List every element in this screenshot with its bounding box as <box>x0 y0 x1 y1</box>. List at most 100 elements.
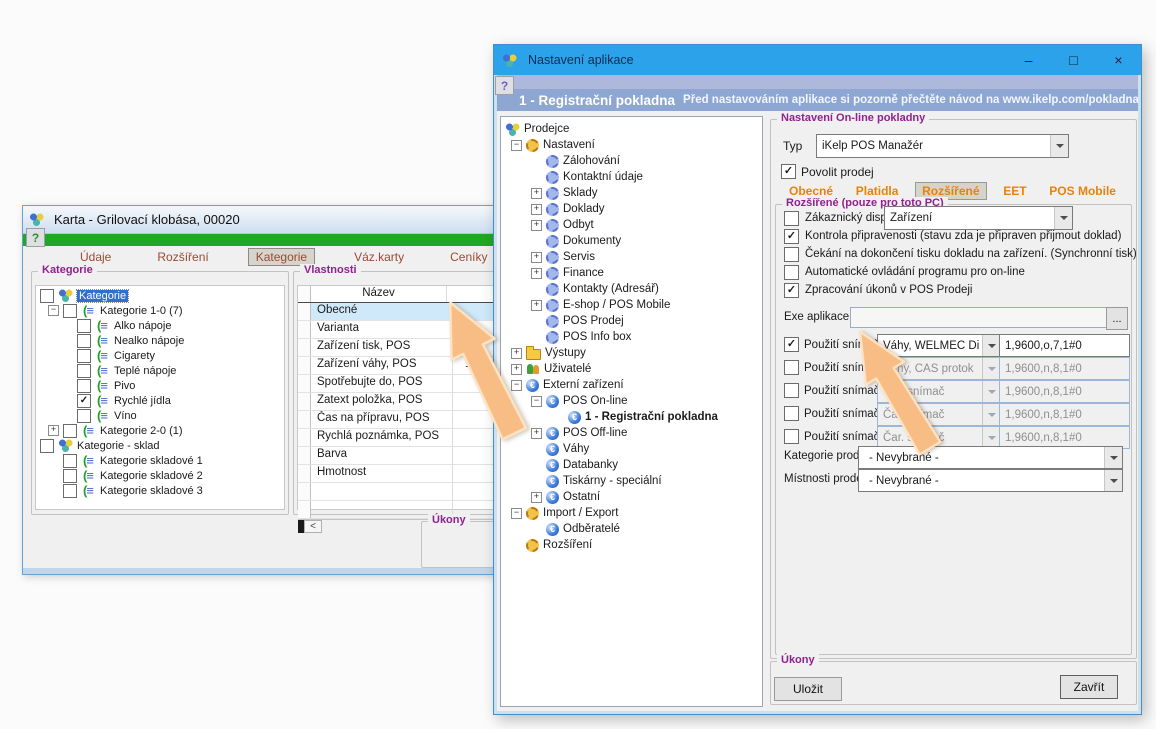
scanner-checkbox[interactable]: ✓ <box>784 337 799 352</box>
table-row[interactable] <box>298 501 515 519</box>
nav-tree-item[interactable]: + Uživatelé <box>501 361 762 377</box>
nav-tree-item[interactable]: + Servis <box>501 249 762 265</box>
category-checkbox[interactable] <box>63 454 77 468</box>
option-checkbox[interactable] <box>784 247 799 262</box>
expander-toggle[interactable]: + <box>531 188 542 199</box>
close-button[interactable]: Zavřít <box>1060 675 1118 699</box>
expander-toggle[interactable]: + <box>531 300 542 311</box>
option-checkbox[interactable]: ✓ <box>784 229 799 244</box>
nav-tree-item[interactable]: Váhy <box>501 441 762 457</box>
category-checkbox[interactable]: ✓ <box>77 394 91 408</box>
scanner-checkbox[interactable] <box>784 383 799 398</box>
tree-item[interactable]: − Kategorie 1-0 (7) <box>36 303 284 318</box>
property-name-cell[interactable] <box>311 483 453 500</box>
help-button[interactable]: ? <box>495 76 514 95</box>
expander-toggle[interactable]: + <box>48 425 59 436</box>
nav-tree-item[interactable]: + Sklady <box>501 185 762 201</box>
scanner-checkbox[interactable] <box>784 406 799 421</box>
property-name-cell[interactable]: Zařízení váhy, POS <box>311 357 453 374</box>
nav-tree-item[interactable]: Rozšíření <box>501 537 762 553</box>
expander-toggle[interactable]: + <box>531 220 542 231</box>
nav-tree-item[interactable]: Zálohování <box>501 153 762 169</box>
category-checkbox[interactable] <box>40 289 54 303</box>
nav-tree-item[interactable]: Kontaktní údaje <box>501 169 762 185</box>
card-tab[interactable]: Ceníky <box>443 249 494 265</box>
settings-tab[interactable]: EET <box>997 183 1032 199</box>
maximize-button[interactable]: □ <box>1051 45 1096 75</box>
expander-toggle[interactable]: + <box>511 348 522 359</box>
property-name-cell[interactable]: Rychlá poznámka, POS <box>311 429 453 446</box>
nav-tree-item[interactable]: + E-shop / POS Mobile <box>501 297 762 313</box>
nav-tree-item[interactable]: − Nastavení <box>501 137 762 153</box>
tree-item[interactable]: Kategorie skladové 2 <box>36 468 284 483</box>
property-name-cell[interactable]: Spotřebujte do, POS <box>311 375 453 392</box>
expander-toggle[interactable]: − <box>511 508 522 519</box>
nav-tree-item[interactable]: + Doklady <box>501 201 762 217</box>
scanner-params-input[interactable]: 1,9600,n,8,1#0 <box>999 403 1130 426</box>
property-name-cell[interactable]: Hmotnost <box>311 465 453 482</box>
expander-toggle[interactable]: − <box>48 305 59 316</box>
tree-item[interactable]: Kategorie skladové 1 <box>36 453 284 468</box>
card-tab[interactable]: Rozšíření <box>150 249 215 265</box>
category-checkbox[interactable] <box>77 334 91 348</box>
expander-toggle[interactable]: + <box>531 252 542 263</box>
category-checkbox[interactable] <box>63 424 77 438</box>
close-icon[interactable]: × <box>1096 45 1141 75</box>
category-checkbox[interactable] <box>63 304 77 318</box>
category-checkbox[interactable] <box>63 484 77 498</box>
property-name-cell[interactable]: Barva <box>311 447 453 464</box>
expander-toggle[interactable]: − <box>511 140 522 151</box>
tree-item[interactable]: Kategorie skladové 3 <box>36 483 284 498</box>
category-checkbox[interactable] <box>63 469 77 483</box>
settings-window-titlebar[interactable]: Nastavení aplikace – □ × <box>494 45 1141 75</box>
expander-toggle[interactable]: + <box>531 492 542 503</box>
nav-tree-item[interactable]: + Výstupy <box>501 345 762 361</box>
tree-item[interactable]: Víno <box>36 408 284 423</box>
tree-item[interactable]: Cigarety <box>36 348 284 363</box>
category-checkbox[interactable] <box>77 319 91 333</box>
property-name-cell[interactable]: Zatext položka, POS <box>311 393 453 410</box>
nav-tree-item[interactable]: − Externí zařízení <box>501 377 762 393</box>
option-checkbox[interactable] <box>784 265 799 280</box>
nav-tree-item[interactable]: POS Prodej <box>501 313 762 329</box>
typ-select[interactable]: iKelp POS Manažér <box>816 134 1069 158</box>
tree-item[interactable]: Kategorie - sklad <box>36 438 284 453</box>
tree-item[interactable]: + Kategorie 2-0 (1) <box>36 423 284 438</box>
tree-item[interactable]: Kategorie <box>36 288 284 303</box>
scanner-checkbox[interactable] <box>784 360 799 375</box>
save-button[interactable]: Uložit <box>774 677 842 701</box>
scanner-params-input[interactable]: 1,9600,n,8,1#0 <box>999 380 1130 403</box>
mistnosti-prodej-select[interactable]: - Nevybrané - <box>858 469 1123 492</box>
browse-button[interactable]: ... <box>1106 307 1128 330</box>
table-row[interactable]: Hmotnost <box>298 465 515 483</box>
option-checkbox[interactable]: ✓ <box>784 283 799 298</box>
scanner-checkbox[interactable] <box>784 429 799 444</box>
card-window-titlebar[interactable]: Karta - Grilovací klobása, 00020 <box>23 206 543 234</box>
category-checkbox[interactable] <box>40 439 54 453</box>
nav-tree-item[interactable]: Tiskárny - speciální <box>501 473 762 489</box>
scroll-left-button[interactable]: < <box>304 520 322 533</box>
card-tab[interactable]: Váz.karty <box>347 249 411 265</box>
nav-tree-item[interactable]: + Odbyt <box>501 217 762 233</box>
property-name-cell[interactable]: Zařízení tisk, POS <box>311 339 453 356</box>
nav-tree-item[interactable]: − POS On-line <box>501 393 762 409</box>
settings-tab[interactable]: POS Mobile <box>1043 183 1122 199</box>
help-button[interactable]: ? <box>26 228 45 247</box>
expander-toggle[interactable]: + <box>531 428 542 439</box>
nav-tree-item[interactable]: POS Info box <box>501 329 762 345</box>
card-tab[interactable]: Údaje <box>73 249 118 265</box>
nav-tree-item[interactable]: + POS Off-line <box>501 425 762 441</box>
nav-tree-item[interactable]: + Finance <box>501 265 762 281</box>
minimize-button[interactable]: – <box>1006 45 1051 75</box>
expander-toggle[interactable]: + <box>531 204 542 215</box>
expander-toggle[interactable]: + <box>531 268 542 279</box>
zakaznicky-display-select[interactable]: Zařízení <box>884 206 1073 230</box>
nav-tree-item[interactable]: Prodejce <box>501 121 762 137</box>
nav-tree-item[interactable]: + Ostatní <box>501 489 762 505</box>
category-checkbox[interactable] <box>77 409 91 423</box>
scanner-params-input[interactable]: 1,9600,n,8,1#0 <box>999 357 1130 380</box>
tree-item[interactable]: Pivo <box>36 378 284 393</box>
tree-item[interactable]: Nealko nápoje <box>36 333 284 348</box>
property-name-cell[interactable]: Čas na přípravu, POS <box>311 411 453 428</box>
tree-item[interactable]: Alko nápoje <box>36 318 284 333</box>
